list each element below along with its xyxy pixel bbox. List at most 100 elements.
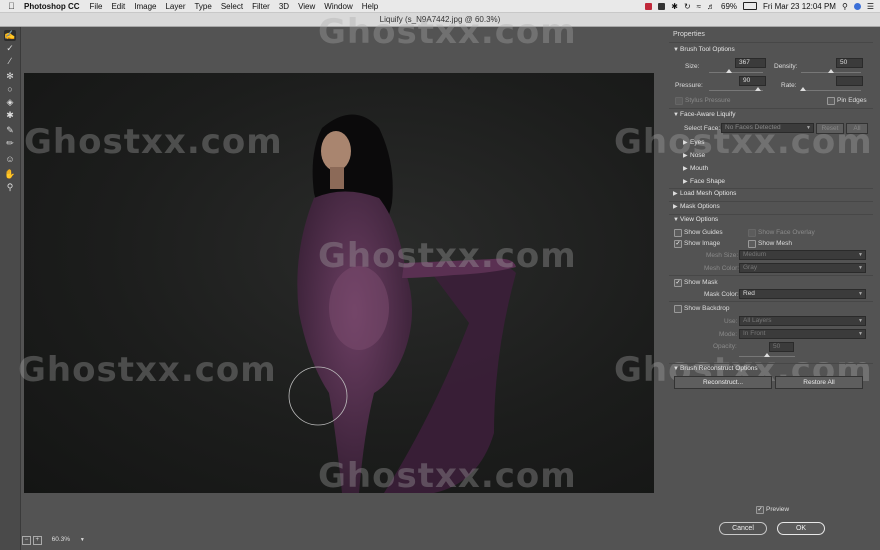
use-dropdown[interactable]: All Layers ▼: [739, 316, 866, 326]
show-backdrop-checkbox[interactable]: [674, 305, 682, 313]
forward-warp-icon[interactable]: ✍: [4, 30, 16, 41]
mouth-section[interactable]: ▶ Mouth: [683, 165, 708, 172]
apple-icon[interactable]: : [8, 1, 18, 11]
select-face-dropdown[interactable]: No Faces Detected ▼: [721, 123, 814, 133]
chevron-right-icon: ▶: [673, 204, 678, 210]
show-mask-checkbox[interactable]: ✓: [674, 279, 682, 287]
chevron-down-icon[interactable]: ▼: [80, 537, 85, 543]
chevron-right-icon: ▶: [673, 191, 678, 197]
divider: [669, 201, 873, 202]
smooth-icon[interactable]: ∕: [4, 56, 16, 67]
face-tool-icon[interactable]: ☺: [4, 154, 16, 165]
mask-color-dropdown[interactable]: Red ▼: [739, 289, 866, 299]
pucker-icon[interactable]: ○: [4, 84, 16, 95]
zoom-level[interactable]: 60.3%: [52, 536, 70, 543]
menu-view[interactable]: View: [298, 2, 315, 11]
bloat-icon[interactable]: ◈: [4, 97, 16, 108]
divider: [669, 42, 873, 43]
reconstruct-button[interactable]: Reconstruct...: [674, 376, 772, 389]
show-image-checkbox[interactable]: ✓: [674, 240, 682, 248]
show-mask-label: Show Mask: [684, 279, 718, 286]
wifi-icon[interactable]: ≈: [697, 2, 701, 11]
opacity-slider-thumb[interactable]: [764, 353, 770, 357]
chevron-right-icon: ▶: [683, 140, 688, 146]
menu-edit[interactable]: Edit: [111, 2, 125, 11]
rate-slider-thumb[interactable]: [800, 87, 806, 91]
show-image-label: Show Image: [684, 240, 721, 247]
density-input[interactable]: 50: [836, 58, 863, 68]
menu-file[interactable]: File: [90, 2, 103, 11]
hand-icon[interactable]: ✋: [4, 169, 16, 180]
pin-edges-label: Pin Edges: [837, 97, 867, 104]
reconstruct-icon[interactable]: ✓: [4, 43, 16, 54]
mode-dropdown[interactable]: In Front ▼: [739, 329, 866, 339]
face-aware-liquify-header[interactable]: ▼Face-Aware Liquify: [673, 111, 736, 118]
clock[interactable]: Fri Mar 23 12:04 PM: [763, 2, 836, 11]
rate-slider[interactable]: [803, 90, 861, 91]
user-icon[interactable]: [853, 2, 861, 10]
mesh-color-dropdown[interactable]: Gray ▼: [739, 263, 866, 273]
menu-list-icon[interactable]: ☰: [867, 2, 874, 11]
stylus-pressure-checkbox[interactable]: [675, 97, 683, 105]
select-face-label: Select Face:: [684, 125, 721, 132]
pressure-input[interactable]: 90: [739, 76, 766, 86]
thaw-mask-icon[interactable]: ✏: [4, 138, 16, 149]
face-reset-button[interactable]: Reset: [816, 123, 844, 134]
view-options-header[interactable]: ▼View Options: [673, 216, 718, 223]
liquify-toolbar: ✍ ✓ ∕ ✻ ○ ◈ ✱ ✎ ✏ ☺ ✋ ⚲: [0, 27, 21, 550]
size-slider[interactable]: [709, 72, 763, 73]
app-menu[interactable]: Photoshop CC: [24, 2, 80, 11]
zoom-out-icon[interactable]: −: [22, 536, 31, 545]
panel-title: Properties: [673, 31, 705, 38]
menu-image[interactable]: Image: [134, 2, 156, 11]
menu-filter[interactable]: Filter: [252, 2, 270, 11]
opacity-input[interactable]: 50: [769, 342, 794, 352]
mesh-size-dropdown[interactable]: Medium ▼: [739, 250, 866, 260]
menu-help[interactable]: Help: [362, 2, 378, 11]
chevron-down-icon: ▼: [673, 112, 679, 118]
sync-icon[interactable]: ↻: [684, 2, 691, 11]
bluetooth-icon[interactable]: ✱: [671, 2, 678, 11]
zoom-in-icon[interactable]: +: [32, 536, 42, 545]
pin-edges-checkbox[interactable]: [827, 97, 835, 105]
menu-select[interactable]: Select: [221, 2, 243, 11]
size-slider-thumb[interactable]: [725, 69, 732, 73]
cancel-button[interactable]: Cancel: [719, 522, 767, 535]
rate-input[interactable]: [836, 76, 863, 86]
chevron-down-icon: ▼: [858, 291, 863, 297]
brush-tool-options-header[interactable]: ▼Brush Tool Options: [673, 46, 735, 53]
zoom-icon[interactable]: ⚲: [4, 182, 16, 193]
face-all-button[interactable]: All: [846, 123, 868, 134]
show-guides-checkbox[interactable]: [674, 229, 682, 237]
density-slider-thumb[interactable]: [828, 69, 834, 73]
menu-window[interactable]: Window: [324, 2, 352, 11]
push-left-icon[interactable]: ✱: [4, 110, 16, 121]
eyes-section[interactable]: ▶ Eyes: [683, 139, 704, 146]
volume-icon[interactable]: ♬: [707, 2, 715, 11]
brush-reconstruct-options-header[interactable]: ▼Brush Reconstruct Options: [673, 365, 758, 372]
chevron-down-icon: ▼: [858, 252, 863, 258]
pressure-label: Pressure:: [675, 82, 703, 89]
battery-percent[interactable]: 69%: [721, 2, 737, 11]
nose-section[interactable]: ▶ Nose: [683, 152, 705, 159]
menu-type[interactable]: Type: [194, 2, 211, 11]
show-face-overlay-label: Show Face Overlay: [758, 229, 815, 236]
load-mesh-options-header[interactable]: ▶ Load Mesh Options: [673, 190, 736, 197]
face-shape-section[interactable]: ▶ Face Shape: [683, 178, 725, 185]
freeze-mask-icon[interactable]: ✎: [4, 125, 16, 136]
show-mesh-checkbox[interactable]: [748, 240, 756, 248]
twirl-icon[interactable]: ✻: [4, 71, 16, 82]
mask-options-header[interactable]: ▶ Mask Options: [673, 203, 720, 210]
search-icon[interactable]: ⚲: [842, 2, 848, 11]
ok-button[interactable]: OK: [777, 522, 825, 535]
show-face-overlay-checkbox[interactable]: [748, 229, 756, 237]
preview-checkbox[interactable]: ✓: [756, 506, 764, 514]
restore-all-button[interactable]: Restore All: [775, 376, 863, 389]
battery-icon[interactable]: [743, 2, 758, 10]
menu-layer[interactable]: Layer: [165, 2, 185, 11]
size-input[interactable]: 367: [735, 58, 766, 68]
app-status-icon[interactable]: [645, 2, 653, 10]
app-status-icon-2[interactable]: [658, 2, 666, 10]
pressure-slider-thumb[interactable]: [754, 87, 761, 91]
menu-3d[interactable]: 3D: [279, 2, 289, 11]
